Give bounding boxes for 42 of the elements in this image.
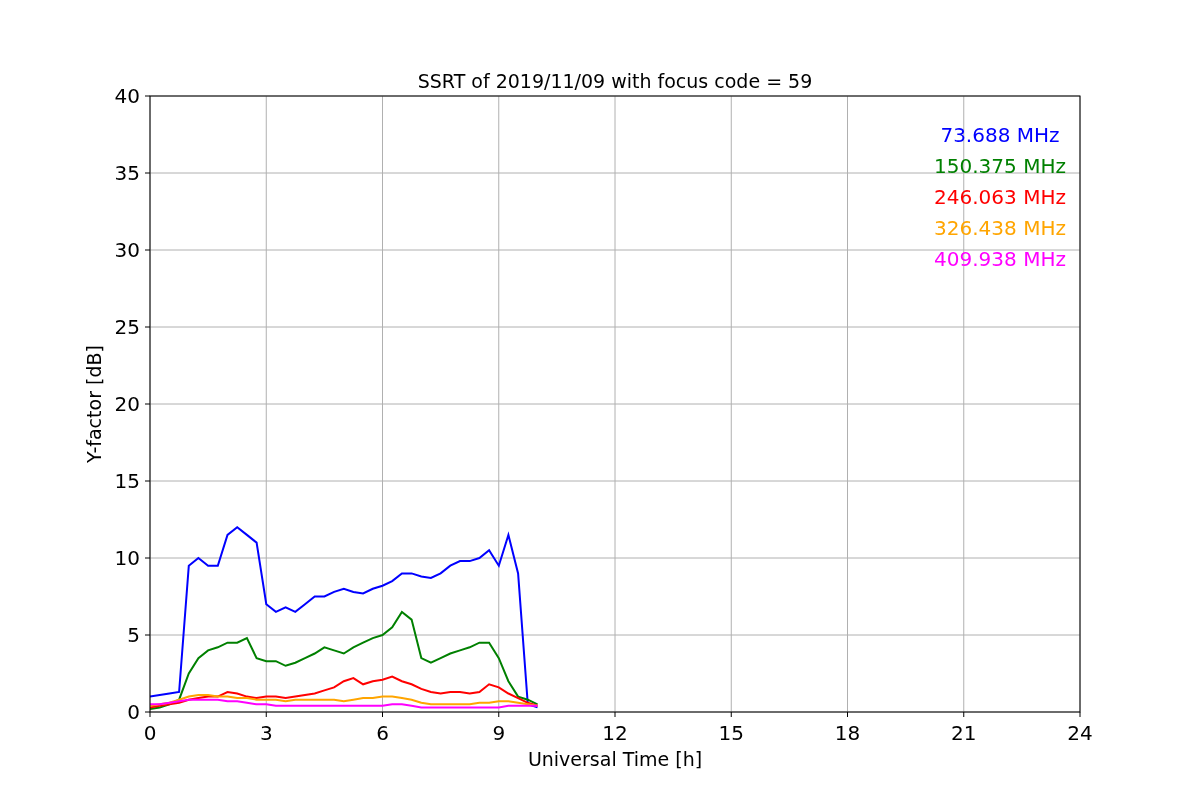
legend-label: 73.688 MHz bbox=[940, 123, 1060, 147]
tick-label: 24 bbox=[1067, 721, 1093, 745]
tick-mark bbox=[144, 403, 151, 405]
tick-label: 15 bbox=[114, 469, 140, 493]
tick-label: 12 bbox=[602, 721, 628, 745]
tick-label: 35 bbox=[114, 161, 140, 185]
tick-mark bbox=[265, 711, 267, 718]
tick-label: 0 bbox=[143, 721, 157, 745]
chart-title: SSRT of 2019/11/09 with focus code = 59 bbox=[417, 70, 813, 92]
legend-label: 409.938 MHz bbox=[934, 247, 1066, 271]
tick-mark bbox=[382, 711, 383, 718]
y-axis-label: Y-factor [dB] bbox=[83, 345, 105, 463]
tick-label: 20 bbox=[114, 392, 140, 416]
tick-label: 30 bbox=[114, 238, 140, 262]
tick-label: 40 bbox=[114, 84, 140, 108]
tick-label: 21 bbox=[951, 721, 977, 745]
tick-label: 5 bbox=[127, 623, 140, 647]
tick-label: 6 bbox=[376, 721, 389, 745]
legend-label: 246.063 MHz bbox=[934, 185, 1066, 209]
tick-label: 15 bbox=[718, 721, 744, 745]
tick-mark bbox=[144, 95, 151, 97]
tick-label: 9 bbox=[492, 721, 506, 745]
x-axis-label: Universal Time [h] bbox=[527, 748, 703, 770]
tick-mark bbox=[498, 711, 500, 718]
tick-mark bbox=[144, 634, 151, 636]
tick-mark bbox=[144, 172, 151, 174]
tick-mark bbox=[614, 711, 616, 718]
tick-label: 18 bbox=[834, 721, 861, 745]
tick-mark bbox=[144, 557, 151, 559]
legend-label: 326.438 MHz bbox=[934, 216, 1066, 240]
tick-label: 25 bbox=[114, 315, 140, 339]
tick-mark bbox=[144, 480, 151, 482]
tick-mark bbox=[1079, 711, 1081, 718]
tick-label: 3 bbox=[259, 721, 273, 745]
tick-mark bbox=[847, 711, 848, 718]
tick-mark bbox=[963, 711, 965, 718]
tick-label: 10 bbox=[114, 546, 140, 570]
tick-mark bbox=[730, 711, 732, 718]
tick-mark bbox=[144, 326, 151, 328]
tick-mark bbox=[144, 249, 151, 251]
legend-label: 150.375 MHz bbox=[934, 154, 1066, 178]
tick-label: 0 bbox=[127, 700, 140, 724]
